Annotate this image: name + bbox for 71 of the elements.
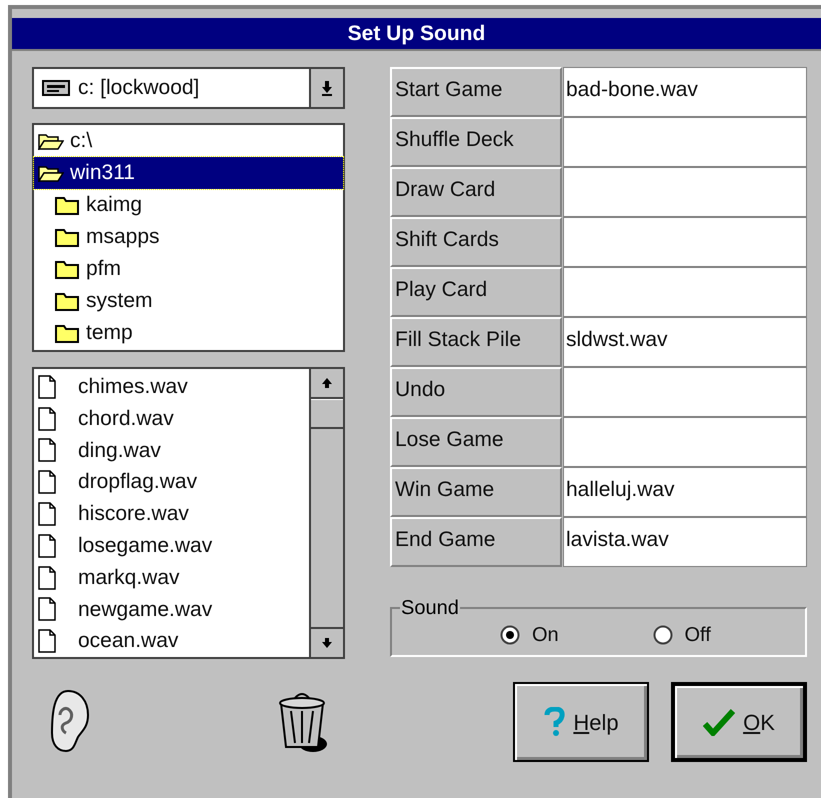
event-label: Play Card — [390, 267, 562, 317]
file-item[interactable]: ocean.wav — [78, 625, 178, 657]
sound-file-field[interactable]: halleluj.wav — [563, 467, 807, 517]
folder-icon — [54, 227, 80, 247]
directory-item[interactable]: temp — [34, 317, 343, 349]
file-icon — [38, 534, 56, 558]
drive-dropdown[interactable]: c: [lockwood] — [32, 67, 345, 109]
file-item[interactable]: markq.wav — [78, 562, 180, 594]
file-icon — [38, 597, 56, 622]
drive-icon — [42, 80, 70, 96]
help-button[interactable]: Help — [513, 682, 649, 762]
folder-icon — [54, 323, 80, 343]
directory-item[interactable]: c:\ — [34, 125, 343, 157]
file-icon — [38, 438, 56, 462]
dropdown-arrow-button[interactable] — [309, 69, 343, 107]
sound-file-field[interactable] — [563, 217, 807, 267]
directory-item[interactable]: msapps — [34, 221, 343, 253]
event-label: Shuffle Deck — [390, 117, 562, 167]
file-item[interactable]: dropflag.wav — [78, 466, 198, 498]
sound-file-field[interactable]: sldwst.wav — [563, 317, 807, 367]
sound-file-field[interactable] — [563, 417, 807, 467]
event-label: Lose Game — [390, 417, 562, 467]
event-label: Start Game — [390, 67, 562, 117]
sound-file-field[interactable] — [563, 167, 807, 217]
event-label: Fill Stack Pile — [390, 317, 562, 367]
directory-item[interactable]: pfm — [34, 253, 343, 285]
folder-icon — [54, 259, 80, 279]
ok-button[interactable]: OK — [671, 682, 807, 762]
file-icon — [38, 629, 56, 654]
open-folder-icon — [38, 164, 64, 182]
ear-icon[interactable] — [48, 689, 90, 753]
file-icon — [38, 502, 56, 526]
scroll-thumb[interactable] — [311, 399, 343, 429]
event-label: Shift Cards — [390, 217, 562, 267]
sound-file-field[interactable] — [563, 267, 807, 317]
open-folder-icon — [38, 132, 64, 150]
event-label: Draw Card — [390, 167, 562, 217]
sound-file-field[interactable]: bad-bone.wav — [563, 67, 807, 117]
file-item[interactable]: hiscore.wav — [78, 498, 189, 530]
sound-file-field[interactable] — [563, 117, 807, 167]
folder-icon — [54, 291, 80, 311]
radio-label[interactable]: On — [532, 620, 559, 650]
radio-button[interactable] — [500, 625, 520, 645]
file-item[interactable]: chord.wav — [78, 402, 174, 434]
file-item[interactable]: chimes.wav — [78, 371, 188, 403]
directory-item[interactable]: system — [34, 285, 343, 317]
file-item[interactable]: losegame.wav — [78, 530, 212, 562]
file-item[interactable]: newgame.wav — [78, 594, 212, 626]
checkmark-icon — [703, 708, 736, 736]
arrow-down-icon — [321, 80, 333, 96]
radio-button[interactable] — [652, 625, 672, 645]
directory-item[interactable]: win311 — [34, 157, 343, 189]
window-title: Set Up Sound — [12, 18, 821, 51]
folder-icon — [54, 195, 80, 215]
question-mark-icon — [543, 707, 566, 737]
radio-label[interactable]: Off — [684, 620, 711, 650]
file-icon — [38, 566, 56, 590]
scrollbar[interactable] — [309, 369, 343, 657]
event-label: Win Game — [390, 467, 562, 517]
event-label: End Game — [390, 517, 562, 567]
drive-value: c: [lockwood] — [78, 75, 200, 102]
arrow-up-icon — [321, 377, 333, 389]
file-item[interactable]: ding.wav — [78, 434, 161, 466]
arrow-down-icon — [321, 637, 333, 649]
file-icon — [38, 374, 56, 399]
sound-file-field[interactable] — [563, 367, 807, 417]
directory-item[interactable]: kaimg — [34, 189, 343, 221]
sound-file-field[interactable]: lavista.wav — [563, 517, 807, 567]
file-icon — [38, 470, 56, 494]
file-icon — [38, 406, 56, 431]
event-label: Undo — [390, 367, 562, 417]
